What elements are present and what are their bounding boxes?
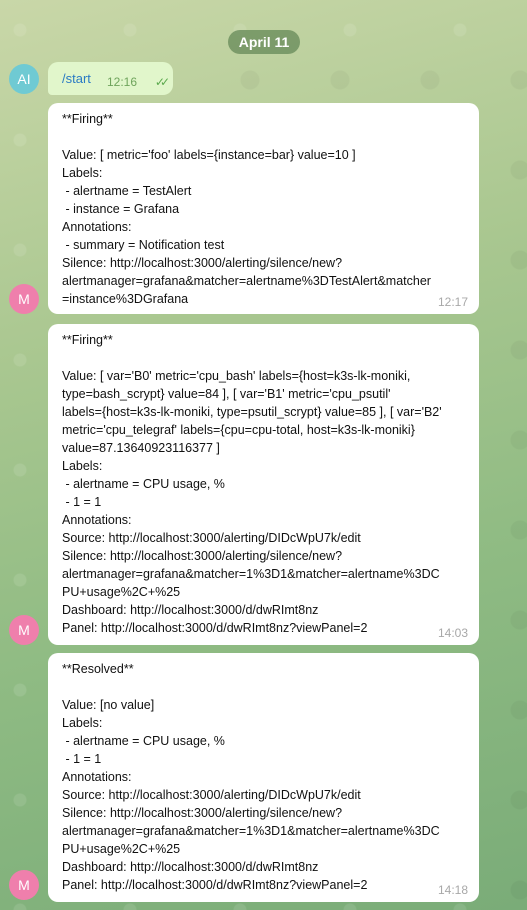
avatar[interactable]: M bbox=[9, 615, 39, 645]
avatar[interactable]: AI bbox=[9, 64, 39, 94]
message-time: 12:17 bbox=[437, 295, 468, 309]
message-bubble[interactable]: **Firing** Value: [ var='B0' metric='cpu… bbox=[48, 324, 479, 645]
command-link[interactable]: /start bbox=[62, 71, 91, 86]
message-text: **Resolved** Value: [no value] Labels: -… bbox=[62, 662, 440, 892]
message-text: **Firing** Value: [ var='B0' metric='cpu… bbox=[62, 333, 442, 635]
message-time: 12:16 bbox=[107, 75, 138, 89]
message-bubble-outgoing[interactable]: /start 12:16 ✓✓ bbox=[48, 62, 173, 95]
message-text: **Firing** Value: [ metric='foo' labels=… bbox=[62, 112, 431, 306]
double-check-icon: ✓✓ bbox=[154, 75, 170, 89]
date-separator: April 11 bbox=[228, 30, 300, 54]
message-bubble[interactable]: **Firing** Value: [ metric='foo' labels=… bbox=[48, 103, 479, 314]
avatar[interactable]: M bbox=[9, 284, 39, 314]
message-bubble[interactable]: **Resolved** Value: [no value] Labels: -… bbox=[48, 653, 479, 902]
avatar[interactable]: M bbox=[9, 870, 39, 900]
message-time: 14:18 bbox=[437, 883, 468, 897]
message-time: 14:03 bbox=[437, 626, 468, 640]
